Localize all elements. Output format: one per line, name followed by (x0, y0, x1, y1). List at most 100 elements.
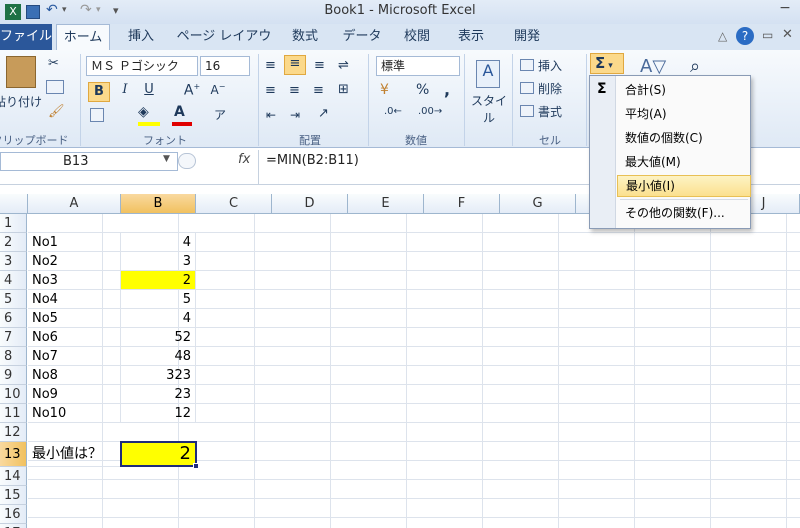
cell-a13[interactable]: 最小値は？ (28, 442, 121, 467)
sort-filter-icon[interactable]: A▽ (640, 56, 666, 77)
font-color-icon[interactable]: A (174, 104, 185, 120)
tab-home[interactable]: ホーム (56, 24, 110, 50)
cell-b11[interactable]: 12 (121, 404, 196, 423)
name-box[interactable]: B13 (0, 152, 178, 171)
restore-window-icon[interactable]: ▭ (762, 28, 773, 42)
tab-page-layout[interactable]: ページ レイアウト (172, 24, 276, 70)
row-header-3[interactable]: 3 (0, 252, 27, 271)
align-left-icon[interactable]: ≡ (265, 83, 276, 98)
cell-a7[interactable]: No6 (28, 328, 121, 347)
align-bottom-icon[interactable]: ≡ (314, 58, 325, 73)
cell-b10[interactable]: 23 (121, 385, 196, 404)
worksheet-grid[interactable]: A B C D E F G H I J 1 2 3 4 5 6 7 8 9 10… (0, 194, 800, 528)
column-header-e[interactable]: E (348, 194, 424, 214)
tab-view[interactable]: 表示 (448, 24, 494, 50)
cell-b8[interactable]: 48 (121, 347, 196, 366)
help-icon[interactable]: ? (736, 27, 754, 45)
row-header-11[interactable]: 11 (0, 404, 27, 423)
tab-review[interactable]: 校閲 (394, 24, 440, 50)
decrease-decimal-icon[interactable]: .00→ (418, 106, 442, 117)
row-header-13[interactable]: 13 (0, 442, 27, 467)
underline-button[interactable]: U (140, 82, 158, 97)
column-header-c[interactable]: C (196, 194, 272, 214)
row-header-9[interactable]: 9 (0, 366, 27, 385)
row-header-15[interactable]: 15 (0, 486, 27, 505)
cell-b5[interactable]: 5 (121, 290, 196, 309)
tab-developer[interactable]: 開発 (502, 24, 552, 50)
row-header-14[interactable]: 14 (0, 467, 27, 486)
orientation-icon[interactable]: ↗ (318, 106, 329, 121)
row-header-16[interactable]: 16 (0, 505, 27, 524)
tab-file[interactable]: ファイル (0, 24, 52, 50)
menu-item-min[interactable]: 最小値(I) (617, 175, 751, 197)
merge-center-icon[interactable]: ⊞ (338, 82, 349, 97)
insert-cells-icon[interactable] (520, 59, 534, 71)
formula-bar-expand-icon[interactable] (178, 153, 196, 169)
delete-cells-icon[interactable] (520, 82, 534, 94)
align-center-icon[interactable]: ≡ (289, 83, 300, 98)
cell-b6[interactable]: 4 (121, 309, 196, 328)
row-header-17[interactable]: 17 (0, 524, 27, 528)
styles-icon[interactable]: A (476, 60, 500, 88)
increase-decimal-icon[interactable]: .0← (384, 106, 402, 117)
font-name-select[interactable]: ＭＳ Ｐゴシック (86, 56, 198, 76)
insert-function-icon[interactable]: fx (238, 152, 250, 167)
minimize-icon[interactable]: − (770, 0, 800, 20)
font-size-select[interactable]: 16 (200, 56, 250, 76)
menu-item-average[interactable]: 平均(A) (617, 103, 751, 125)
comma-button[interactable]: , (444, 80, 450, 99)
row-header-8[interactable]: 8 (0, 347, 27, 366)
copy-icon[interactable] (46, 80, 64, 94)
cell-a9[interactable]: No8 (28, 366, 121, 385)
tab-formulas[interactable]: 数式 (282, 24, 328, 50)
row-header-4[interactable]: 4 (0, 271, 27, 290)
select-all-corner[interactable] (0, 194, 28, 214)
cell-a6[interactable]: No5 (28, 309, 121, 328)
format-cells-icon[interactable] (520, 105, 534, 117)
cut-icon[interactable]: ✂ (48, 56, 59, 71)
fill-handle[interactable] (193, 463, 199, 469)
currency-icon[interactable]: ¥ (380, 82, 389, 98)
cell-b2[interactable]: 4 (121, 233, 196, 252)
paste-icon[interactable] (6, 56, 36, 88)
column-header-d[interactable]: D (272, 194, 348, 214)
fill-color-icon[interactable]: ◈ (138, 104, 149, 120)
format-painter-icon[interactable]: 🖌 (48, 104, 65, 119)
find-select-icon[interactable]: ⌕ (690, 56, 700, 77)
delete-cells-button[interactable]: 削除 (538, 80, 582, 97)
grow-font-button[interactable]: A+ (182, 82, 202, 99)
cell-b3[interactable]: 3 (121, 252, 196, 271)
cell-a5[interactable]: No4 (28, 290, 121, 309)
menu-item-max[interactable]: 最大値(M) (617, 151, 751, 173)
row-header-2[interactable]: 2 (0, 233, 27, 252)
percent-button[interactable]: % (416, 82, 429, 98)
cell-b7[interactable]: 52 (121, 328, 196, 347)
column-header-a[interactable]: A (28, 194, 121, 214)
menu-item-sum[interactable]: 合計(S) (617, 79, 751, 101)
italic-button[interactable]: I (116, 82, 134, 97)
cell-a2[interactable]: No1 (28, 233, 121, 252)
menu-item-more-functions[interactable]: その他の関数(F)... (617, 202, 751, 224)
name-box-dropdown-icon[interactable]: ▼ (163, 154, 170, 164)
wrap-text-icon[interactable]: ⇌ (338, 58, 349, 73)
row-header-1[interactable]: 1 (0, 214, 27, 233)
cell-a4[interactable]: No3 (28, 271, 121, 290)
row-header-10[interactable]: 10 (0, 385, 27, 404)
autosum-dropdown-icon[interactable]: ▾ (605, 61, 613, 71)
cell-a10[interactable]: No9 (28, 385, 121, 404)
column-header-b[interactable]: B (121, 194, 196, 214)
row-header-6[interactable]: 6 (0, 309, 27, 328)
minimize-ribbon-icon[interactable]: △ (718, 29, 727, 43)
align-right-icon[interactable]: ≡ (313, 83, 324, 98)
styles-button-label[interactable]: スタイル (466, 92, 512, 126)
cell-a3[interactable]: No2 (28, 252, 121, 271)
close-workbook-icon[interactable]: ✕ (782, 27, 793, 42)
cell-b13-selected[interactable]: 2 (120, 441, 197, 467)
column-header-f[interactable]: F (424, 194, 500, 214)
insert-cells-button[interactable]: 挿入 (538, 57, 582, 74)
tab-insert[interactable]: 挿入 (118, 24, 164, 50)
cell-b9[interactable]: 323 (121, 366, 196, 385)
autosum-button[interactable]: Σ ▾ (590, 53, 624, 74)
number-format-select[interactable]: 標準 (376, 56, 460, 76)
shrink-font-button[interactable]: A− (208, 82, 228, 97)
